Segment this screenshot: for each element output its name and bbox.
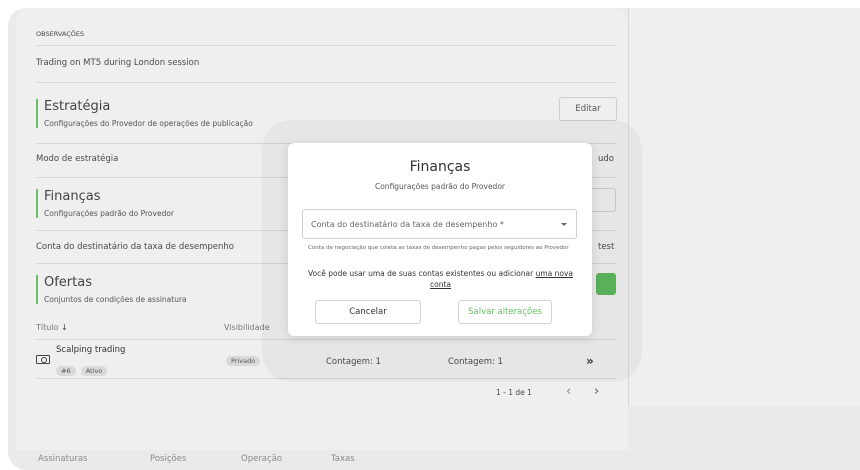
select-helper-text: Conta de negociação que coleta as taxas … [308,245,569,251]
save-button[interactable]: Salvar alterações [458,300,552,324]
cancel-button[interactable]: Cancelar [315,300,421,324]
caret-down-icon [561,223,567,226]
select-label: Conta do destinatário da taxa de desempe… [311,220,504,229]
modal-title: Finanças [409,159,471,175]
info-text: Você pode usar uma de suas contas existe… [308,268,573,290]
financas-modal: Finanças Configurações padrão do Provedo… [288,143,592,336]
conta-destinatario-select[interactable]: Conta do destinatário da taxa de desempe… [302,209,577,239]
modal-subtitle: Configurações padrão do Provedor [374,182,505,191]
info-text-body: Você pode usar uma de suas contas existe… [308,269,536,278]
